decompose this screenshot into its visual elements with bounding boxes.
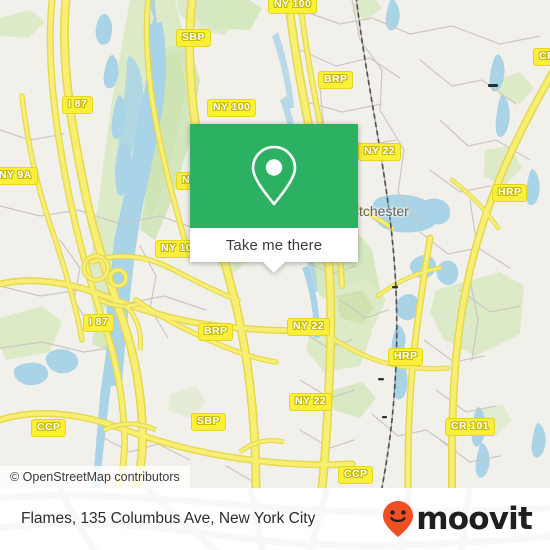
map-attribution[interactable]: © OpenStreetMap contributors bbox=[0, 466, 190, 488]
map-pin-icon bbox=[251, 145, 297, 206]
take-me-there-label: Take me there bbox=[225, 236, 323, 254]
moovit-pin-smile-icon bbox=[383, 501, 414, 537]
road-shield[interactable]: NY 22 bbox=[287, 318, 330, 336]
road-shield[interactable]: I 87 bbox=[62, 96, 94, 114]
popup-icon-area bbox=[190, 124, 358, 228]
moovit-map-screenshot: stchester NY 100 SBP CR BRP I 87 NY 100 … bbox=[0, 0, 550, 550]
road-shield[interactable]: BRP bbox=[198, 323, 234, 341]
road-shield[interactable]: NY 22 bbox=[289, 393, 332, 411]
road-shield[interactable]: CR 101 bbox=[445, 418, 496, 436]
popup-pointer-triangle bbox=[263, 262, 285, 273]
footer-bar: Flames, 135 Columbus Ave, New York City … bbox=[0, 488, 550, 550]
moovit-wordmark: moovit bbox=[416, 500, 533, 537]
map-canvas[interactable]: stchester NY 100 SBP CR BRP I 87 NY 100 … bbox=[0, 0, 550, 488]
road-shield[interactable]: NY 9A bbox=[0, 167, 38, 185]
road-shield[interactable]: NY 100 bbox=[268, 0, 318, 14]
road-shield[interactable]: NY 100 bbox=[207, 99, 257, 117]
take-me-there-button[interactable]: Take me there bbox=[190, 228, 358, 273]
road-shield[interactable]: HRP bbox=[388, 348, 424, 366]
road-shield[interactable]: SBP bbox=[191, 413, 226, 431]
road-shield[interactable]: SBP bbox=[176, 29, 211, 47]
road-shield[interactable]: I 87 bbox=[83, 314, 115, 332]
attribution-text: © OpenStreetMap contributors bbox=[10, 470, 180, 484]
road-shield[interactable]: HRP bbox=[492, 184, 528, 202]
location-popup-card[interactable]: Take me there bbox=[190, 124, 358, 273]
place-label-westchester: stchester bbox=[352, 203, 409, 219]
road-shield[interactable]: CCP bbox=[338, 466, 374, 484]
road-shield[interactable]: CCP bbox=[31, 419, 67, 437]
road-shield[interactable]: NY 22 bbox=[358, 143, 401, 161]
moovit-logo[interactable]: moovit bbox=[381, 500, 533, 538]
road-shield[interactable]: BRP bbox=[318, 71, 354, 89]
road-shield[interactable]: CR bbox=[533, 48, 550, 66]
footer-content: Flames, 135 Columbus Ave, New York City … bbox=[0, 488, 550, 550]
location-title: Flames, 135 Columbus Ave, New York City bbox=[21, 510, 316, 527]
